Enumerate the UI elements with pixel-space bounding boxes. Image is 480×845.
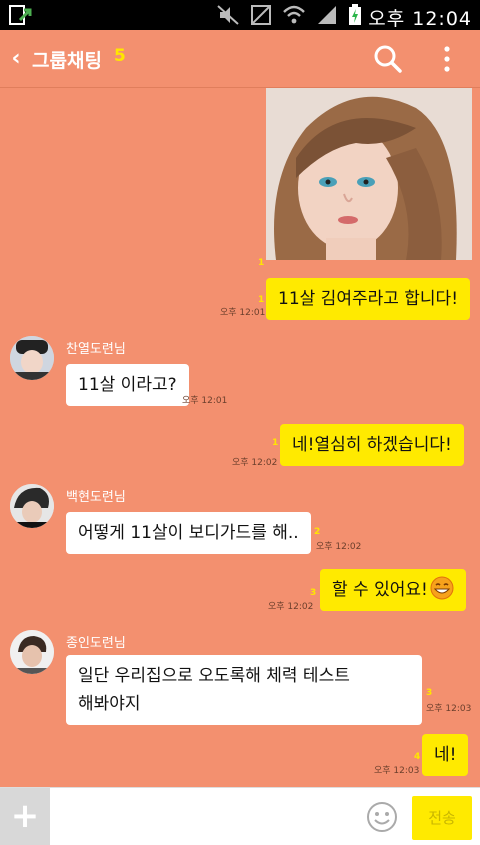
message-bubble[interactable]: 네! bbox=[422, 734, 469, 776]
emoticon-button[interactable] bbox=[366, 801, 398, 833]
chat-header: ‹ 그룹채팅 5 bbox=[0, 30, 480, 88]
message-bubble[interactable]: 일단 우리집으로 오도록해 체력 테스트 해봐야지 bbox=[66, 655, 422, 725]
smiley-icon bbox=[367, 802, 397, 832]
unread-count: 3 bbox=[310, 588, 317, 598]
avatar[interactable] bbox=[10, 484, 54, 528]
unread-count: 1 bbox=[258, 295, 265, 305]
status-bar: 오후 12:04 bbox=[0, 0, 480, 30]
signal-icon bbox=[318, 6, 336, 24]
avatar[interactable] bbox=[10, 630, 54, 674]
message-time: 오후 12:02 bbox=[316, 542, 362, 552]
unread-count: 1 bbox=[272, 438, 279, 448]
attach-button[interactable]: + bbox=[0, 788, 50, 845]
message-time: 오후 12:03 bbox=[374, 766, 420, 776]
chat-title: 그룹채팅 bbox=[32, 50, 102, 72]
message-composer: + 전송 bbox=[0, 787, 480, 845]
mute-icon bbox=[217, 5, 239, 25]
message-text: 할 수 있어요! bbox=[332, 580, 428, 600]
send-button[interactable]: 전송 bbox=[412, 796, 472, 840]
message-line: 해봐야지 bbox=[78, 694, 141, 714]
sender-name: 백현도련님 bbox=[66, 490, 126, 505]
sender-name: 찬열도련님 bbox=[66, 342, 126, 357]
member-count: 5 bbox=[114, 46, 126, 66]
laughing-emoji-icon bbox=[430, 576, 454, 600]
sender-name: 종인도련님 bbox=[66, 636, 126, 651]
search-button[interactable] bbox=[372, 43, 404, 75]
data-saver-icon bbox=[251, 5, 271, 25]
message-time: 오후 12:02 bbox=[232, 458, 278, 468]
unread-count: 1 bbox=[258, 258, 265, 268]
message-bubble[interactable]: 11살 김여주라고 합니다! bbox=[266, 278, 471, 320]
message-time: 오후 12:01 bbox=[182, 396, 228, 406]
message-time: 오후 12:01 bbox=[220, 308, 266, 318]
download-icon bbox=[8, 4, 34, 26]
message-bubble[interactable]: 11살 이라고? bbox=[66, 364, 189, 406]
search-icon bbox=[374, 45, 402, 73]
unread-count: 2 bbox=[314, 527, 321, 537]
status-time: 12:04 bbox=[412, 8, 472, 30]
message-time: 오후 12:03 bbox=[426, 704, 472, 714]
message-input[interactable] bbox=[52, 794, 352, 840]
status-meridiem: 오후 bbox=[368, 8, 406, 30]
more-button[interactable] bbox=[434, 43, 460, 75]
message-time: 오후 12:02 bbox=[268, 602, 314, 612]
message-line: 일단 우리집으로 오도록해 체력 테스트 bbox=[78, 666, 350, 686]
message-bubble[interactable]: 네!열심히 하겠습니다! bbox=[280, 424, 464, 466]
wifi-icon bbox=[283, 5, 305, 24]
back-button[interactable]: ‹ bbox=[6, 44, 26, 74]
unread-count: 3 bbox=[426, 688, 433, 698]
message-bubble[interactable]: 어떻게 11살이 보디가드를 해.. bbox=[66, 512, 311, 554]
more-vert-icon bbox=[444, 46, 450, 72]
avatar[interactable] bbox=[10, 336, 54, 380]
battery-charging-icon bbox=[349, 4, 361, 25]
shared-photo[interactable] bbox=[266, 88, 472, 260]
unread-count: 4 bbox=[414, 752, 421, 762]
message-bubble[interactable]: 할 수 있어요! bbox=[320, 569, 466, 611]
status-icons bbox=[216, 3, 362, 27]
